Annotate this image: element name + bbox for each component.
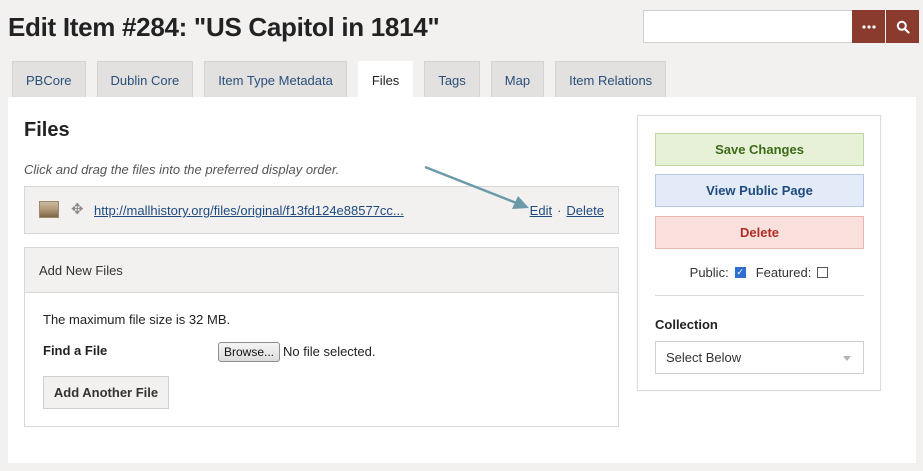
save-sidebar: Save Changes View Public Page Delete Pub…: [637, 115, 881, 391]
search-icon: [896, 20, 910, 34]
more-options-button[interactable]: [852, 10, 885, 43]
file-list-item[interactable]: ✥ http://mallhistory.org/files/original/…: [24, 186, 619, 234]
action-separator: ·: [557, 203, 562, 218]
tab-pbcore[interactable]: PBCore: [12, 61, 86, 98]
drag-instructions: Click and drag the files into the prefer…: [24, 162, 340, 177]
collection-label: Collection: [655, 317, 718, 332]
file-actions: Edit · Delete: [530, 203, 604, 218]
sidebar-divider: [655, 295, 864, 296]
collection-select[interactable]: Select Below: [655, 341, 864, 374]
save-changes-button[interactable]: Save Changes: [655, 133, 864, 166]
tab-item-relations[interactable]: Item Relations: [555, 61, 667, 98]
search-input-wrapper[interactable]: [643, 10, 853, 43]
add-another-file-button[interactable]: Add Another File: [43, 376, 169, 409]
visibility-flags: Public: ✓ Featured:: [638, 265, 880, 280]
file-link[interactable]: http://mallhistory.org/files/original/f1…: [94, 203, 414, 218]
no-file-selected-text: No file selected.: [283, 344, 376, 359]
edit-file-link[interactable]: Edit: [530, 203, 552, 218]
add-files-header: Add New Files: [25, 248, 618, 293]
public-label: Public:: [689, 265, 729, 280]
tab-bar: PBCore Dublin Core Item Type Metadata Fi…: [12, 61, 677, 98]
chevron-down-icon: [843, 356, 851, 361]
tab-tags[interactable]: Tags: [424, 61, 480, 98]
delete-file-link[interactable]: Delete: [566, 203, 604, 218]
move-icon[interactable]: ✥: [71, 201, 84, 219]
collection-selected-value: Select Below: [666, 350, 742, 365]
featured-label: Featured:: [755, 265, 812, 280]
files-heading: Files: [24, 119, 70, 141]
tab-files[interactable]: Files: [357, 61, 414, 98]
find-file-label: Find a File: [43, 343, 108, 358]
add-files-panel: Add New Files The maximum file size is 3…: [24, 247, 619, 427]
view-public-page-button[interactable]: View Public Page: [655, 174, 864, 207]
search-input[interactable]: [644, 11, 852, 42]
file-thumbnail[interactable]: [39, 201, 59, 218]
page-title: Edit Item #284: "US Capitol in 1814": [8, 12, 440, 42]
public-checkbox[interactable]: ✓: [734, 267, 746, 278]
search-button[interactable]: [886, 10, 919, 43]
tab-map[interactable]: Map: [490, 61, 545, 98]
max-file-size-text: The maximum file size is 32 MB.: [43, 312, 231, 327]
featured-checkbox[interactable]: [817, 267, 829, 278]
more-icon: [861, 24, 876, 29]
tab-dublin-core[interactable]: Dublin Core: [96, 61, 194, 98]
tab-item-type-metadata[interactable]: Item Type Metadata: [204, 61, 347, 98]
delete-item-button[interactable]: Delete: [655, 216, 864, 249]
browse-button[interactable]: Browse...: [218, 342, 281, 362]
